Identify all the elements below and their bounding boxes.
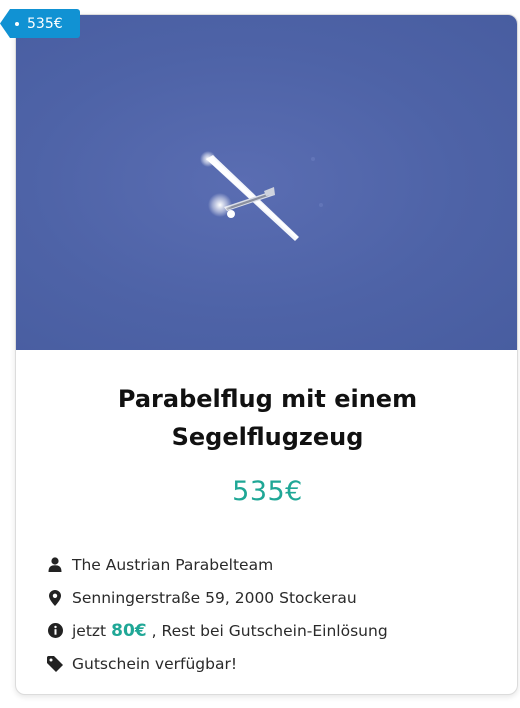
title-line-2: Segelflugzeug [171, 423, 364, 451]
provider-row: The Austrian Parabelteam [16, 548, 517, 581]
deposit-amount: 80€ [111, 620, 147, 641]
address-text: Senningerstraße 59, 2000 Stockerau [72, 588, 357, 607]
user-icon [47, 557, 63, 573]
payment-prefix: jetzt [72, 621, 107, 640]
payment-info-row: jetzt 80€ , Rest bei Gutschein-Einlösung [16, 614, 517, 647]
glider-photo[interactable] [16, 15, 517, 350]
tag-icon [47, 655, 63, 672]
provider-name: The Austrian Parabelteam [72, 555, 274, 574]
voucher-text: Gutschein verfügbar! [72, 654, 238, 673]
title-line-1: Parabelflug mit einem [117, 385, 418, 413]
card-body: Parabelflug mit einem Segelflugzeug 535€… [16, 350, 517, 673]
badge-dot [15, 22, 19, 26]
address-row: Senningerstraße 59, 2000 Stockerau [16, 581, 517, 614]
price-badge: 535€ [0, 9, 80, 38]
badge-price: 535€ [27, 15, 63, 32]
price-label: 535€ [232, 476, 303, 507]
payment-suffix: , Rest bei Gutschein-Einlösung [151, 621, 388, 640]
voucher-row: Gutschein verfügbar! [16, 647, 517, 680]
card-title[interactable]: Parabelflug mit einem Segelflugzeug [88, 380, 448, 456]
glider-image [200, 151, 323, 241]
experience-card[interactable]: Parabelflug mit einem Segelflugzeug 535€… [15, 14, 518, 695]
location-pin-icon [47, 589, 63, 606]
info-icon [47, 623, 63, 639]
details-list: The Austrian Parabelteam Senningerstraße… [16, 548, 517, 680]
